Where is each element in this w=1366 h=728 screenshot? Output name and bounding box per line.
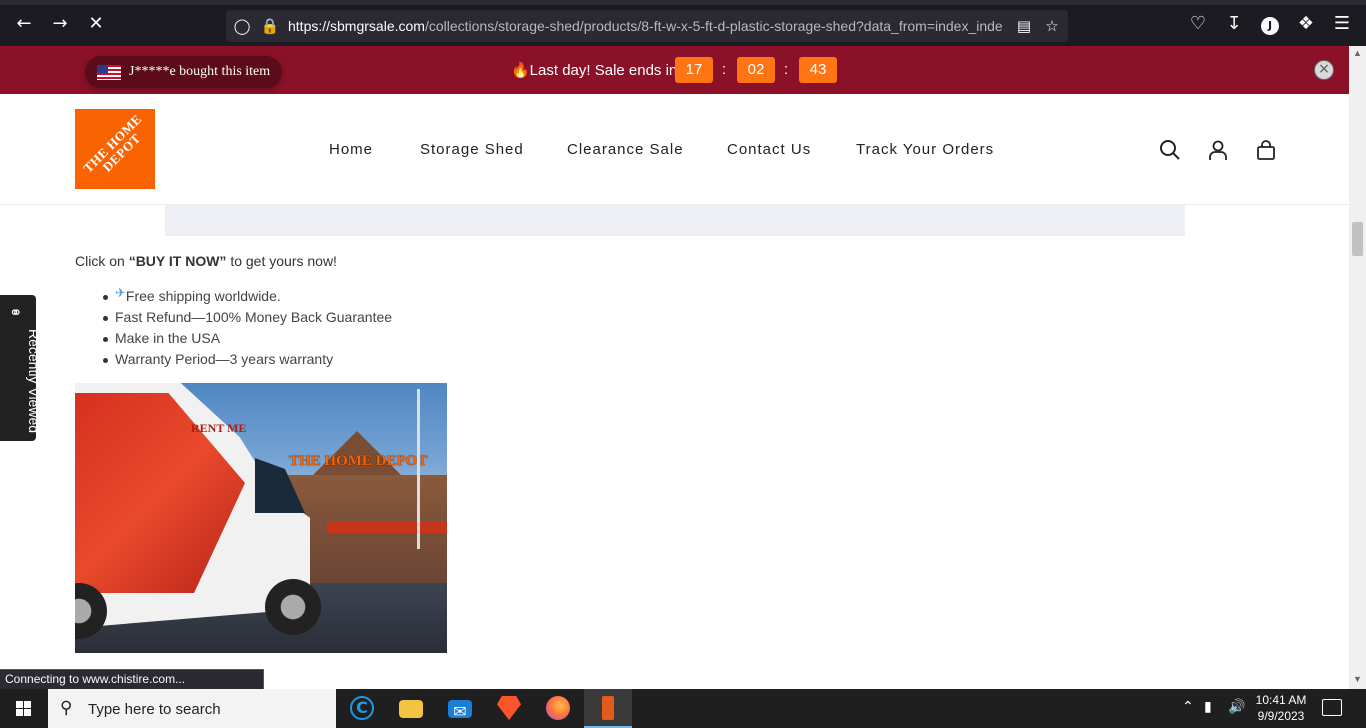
home-depot-logo[interactable]: THE HOME DEPOT <box>75 109 155 189</box>
firefox-icon <box>546 696 570 720</box>
sales-popup-text: J*****e bought this item <box>129 64 271 79</box>
us-flag-icon <box>97 65 121 80</box>
nav-storage-shed[interactable]: Storage Shed <box>420 141 524 158</box>
nav-track-orders[interactable]: Track Your Orders <box>856 141 994 158</box>
scroll-down-icon[interactable]: ▼ <box>1353 674 1362 684</box>
extensions-icon[interactable]: ❖ <box>1294 12 1318 36</box>
recently-viewed-tab[interactable]: ⚭ Recently Viewed <box>0 295 42 441</box>
list-item: Fast Refund—100% Money Back Guarantee <box>100 307 392 328</box>
feature-list: ✈Free shipping worldwide. Fast Refund—10… <box>100 286 392 370</box>
downloads-icon[interactable]: ↧ <box>1222 12 1246 36</box>
close-icon[interactable]: × <box>1314 60 1334 80</box>
search-icon: ⚲ <box>60 698 73 718</box>
folder-icon <box>399 700 423 718</box>
countdown-separator: : <box>722 61 727 78</box>
countdown-label: 🔥Last day! Sale ends in <box>511 62 678 79</box>
list-item: Make in the USA <box>100 328 392 349</box>
taskbar-search-placeholder: Type here to search <box>88 701 221 718</box>
store-sign: THE HOME DEPOT <box>289 453 428 469</box>
taskbar-app-c[interactable]: C <box>338 689 386 728</box>
nav-contact-us[interactable]: Contact Us <box>727 141 811 158</box>
search-icon[interactable] <box>1158 138 1182 162</box>
van-rent-me-text: RENT ME <box>191 421 247 435</box>
clock-date: 9/9/2023 <box>1257 709 1305 723</box>
list-item: Warranty Period—3 years warranty <box>100 349 392 370</box>
c-app-icon: C <box>350 696 374 720</box>
browser-status-bar: Connecting to www.chistire.com... <box>0 669 264 689</box>
volume-icon[interactable]: 🔊 <box>1228 699 1245 715</box>
content-band <box>165 205 1185 236</box>
system-clock[interactable]: 10:41 AM 9/9/2023 <box>1250 692 1312 724</box>
shield-icon[interactable]: ◯ <box>232 16 252 36</box>
forward-arrow-icon[interactable]: → <box>48 12 72 36</box>
app-icon <box>602 696 614 720</box>
buy-it-now-cta: Click on “BUY IT NOW” to get yours now! <box>75 253 337 269</box>
account-icon[interactable] <box>1206 138 1230 162</box>
recently-viewed-label: Recently Viewed <box>26 329 42 434</box>
site-header: THE HOME DEPOT Home Storage Shed Clearan… <box>0 94 1349 205</box>
stop-loading-icon[interactable]: ✕ <box>84 12 108 36</box>
taskbar-brave[interactable] <box>485 689 533 728</box>
cart-bag-icon[interactable] <box>1254 138 1278 162</box>
reader-view-icon[interactable]: ▤ <box>1014 16 1034 36</box>
nav-clearance-sale[interactable]: Clearance Sale <box>567 141 684 158</box>
taskbar-active-app[interactable] <box>584 689 632 728</box>
windows-start-icon[interactable] <box>0 689 48 728</box>
countdown-separator: : <box>784 61 789 78</box>
taskbar-search-input[interactable]: ⚲ Type here to search <box>48 689 336 728</box>
countdown-hours: 17 <box>675 57 713 83</box>
nav-home[interactable]: Home <box>329 141 373 158</box>
sales-popup[interactable]: J*****e bought this item <box>85 56 282 88</box>
menu-icon[interactable]: ☰ <box>1330 12 1354 36</box>
store-awning <box>327 521 447 533</box>
url-text[interactable]: https://sbmgrsale.com/collections/storag… <box>288 18 1008 34</box>
scrollbar-thumb[interactable] <box>1352 222 1363 256</box>
clock-time: 10:41 AM <box>1255 693 1307 707</box>
brave-lion-icon <box>497 696 521 720</box>
page-scrollbar[interactable]: ▲ ▼ <box>1349 46 1366 689</box>
notification-icon[interactable] <box>1322 699 1342 716</box>
home-depot-van-image: THE HOME DEPOT RENT ME <box>75 383 447 653</box>
scroll-up-icon[interactable]: ▲ <box>1353 48 1362 58</box>
taskbar-file-explorer[interactable] <box>387 689 435 728</box>
profile-avatar[interactable]: J <box>1258 12 1282 36</box>
countdown-seconds: 43 <box>799 57 837 83</box>
mail-icon: ✉ <box>448 700 472 721</box>
airplane-icon: ✈ <box>115 286 126 301</box>
address-bar[interactable]: ◯ 🔒 https://sbmgrsale.com/collections/st… <box>226 10 1068 42</box>
countdown-minutes: 02 <box>737 57 775 83</box>
battery-icon[interactable]: ▮ <box>1204 699 1212 715</box>
back-arrow-icon[interactable]: ← <box>12 12 36 36</box>
lock-icon[interactable]: 🔒 <box>260 16 280 36</box>
tab-strip <box>0 0 1366 5</box>
logo-text: THE HOME DEPOT <box>80 111 145 176</box>
list-item: ✈Free shipping worldwide. <box>100 286 392 307</box>
announcement-bar: J*****e bought this item 🔥Last day! Sale… <box>0 46 1349 94</box>
light-pole <box>417 389 420 549</box>
windows-taskbar: ⚲ Type here to search C ✉ ⌃ ▮ 🔊 10:41 AM… <box>0 689 1366 728</box>
bookmark-star-icon[interactable]: ☆ <box>1042 16 1062 36</box>
history-icon: ⚭ <box>9 303 23 322</box>
pocket-icon[interactable]: ♡ <box>1186 12 1210 36</box>
buy-it-now-emphasis: “BUY IT NOW” <box>128 253 227 269</box>
van-front-wheel <box>265 579 321 635</box>
taskbar-mail[interactable]: ✉ <box>436 689 484 728</box>
taskbar-firefox[interactable] <box>534 689 582 728</box>
chevron-up-icon[interactable]: ⌃ <box>1182 699 1194 715</box>
browser-toolbar: ← → ✕ ◯ 🔒 https://sbmgrsale.com/collecti… <box>0 0 1366 46</box>
